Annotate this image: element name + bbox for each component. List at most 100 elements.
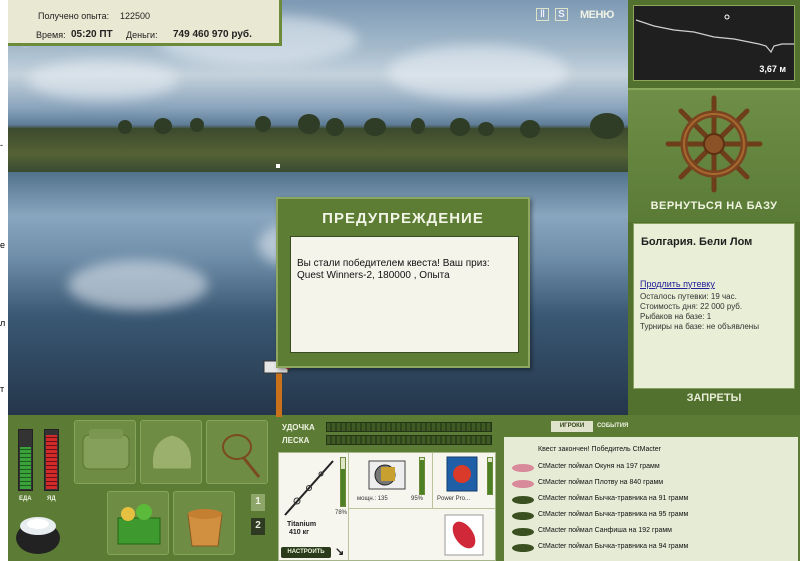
- rod-condition-fill: [341, 468, 345, 506]
- roach-icon: [512, 480, 534, 488]
- reel-condition-fill: [420, 459, 424, 494]
- rod-card[interactable]: 78% Titanium 410 кг НАСТРОИТЬ ↘: [279, 453, 349, 560]
- ship-wheel-icon: [665, 95, 763, 193]
- landing-net-slot[interactable]: [206, 420, 268, 484]
- chat-log[interactable]: Квест закончен! Победитель CtMacter CtMa…: [504, 437, 798, 561]
- reel-card[interactable]: мощн.: 135 95%: [349, 453, 433, 509]
- fishing-rod-icon: [284, 460, 334, 516]
- goby-icon: [512, 544, 534, 552]
- inventory-page-1[interactable]: 1: [251, 494, 265, 511]
- pause-icon[interactable]: ǁ: [536, 8, 549, 21]
- rod-name: Titanium: [287, 521, 317, 528]
- back-to-base-button[interactable]: ВЕРНУТЬСЯ НА БАЗУ: [628, 200, 800, 212]
- poison-bar: [44, 429, 59, 491]
- basket-icon: [117, 504, 161, 545]
- player-info-panel: Получено опыта: 122500 Время: 05:20 ПТ Д…: [8, 0, 282, 46]
- experience-value: 122500: [120, 11, 151, 21]
- tree: [520, 120, 540, 138]
- goby-icon: [512, 496, 534, 504]
- status-bars: ЕДА ЯД: [12, 423, 66, 509]
- rod-percent: 78%: [335, 510, 348, 516]
- line-condition-fill: [488, 461, 492, 494]
- bait-pot-icon[interactable]: [14, 510, 62, 556]
- reel-percent: 95%: [411, 496, 424, 502]
- warning-dialog[interactable]: ПРЕДУПРЕЖДЕНИЕ Вы стали победителем квес…: [276, 197, 530, 368]
- base-info-panel: Болгария. Бели Лом Продлить путевку Оста…: [633, 223, 795, 389]
- tree: [364, 118, 386, 136]
- backpack-slot[interactable]: [74, 420, 136, 484]
- bucket-slot[interactable]: [173, 491, 235, 555]
- dialog-message: Вы стали победителем квеста! Ваш приз: Q…: [297, 258, 490, 281]
- landing-net-icon: [222, 434, 261, 478]
- dialog-body: Вы стали победителем квеста! Ваш приз: Q…: [290, 236, 519, 353]
- s-icon[interactable]: S: [555, 8, 568, 21]
- rod-condition-bar: [340, 457, 346, 507]
- extend-permit-link[interactable]: Продлить путевку: [640, 279, 715, 289]
- list-item: CtMacter поймал Окуня на 197 грамм: [538, 463, 660, 470]
- time-label: Время:: [36, 30, 66, 40]
- edge-glyph: e: [0, 240, 6, 250]
- rod-tension-bar: [326, 422, 492, 432]
- depth-profile: 3,67 м: [633, 5, 795, 81]
- list-item: CtMacter поймал Плотву на 840 грамм: [538, 479, 664, 486]
- reel-icon: [368, 460, 406, 490]
- rod-mass: 410 кг: [289, 529, 310, 536]
- arrow-icon[interactable]: ↘: [335, 545, 344, 558]
- bag-icon: [151, 434, 193, 470]
- tab-events[interactable]: СОБЫТИЯ: [597, 421, 637, 432]
- tune-button[interactable]: НАСТРОИТЬ: [281, 547, 331, 558]
- bucket-icon: [187, 509, 223, 547]
- lure-icon: [444, 514, 484, 556]
- goby-icon: [512, 512, 534, 520]
- gear-cards: 78% Titanium 410 кг НАСТРОИТЬ ↘ мощн.: 1…: [278, 452, 496, 561]
- line-card[interactable]: Power Pro...: [433, 453, 495, 509]
- money-label: Деньги:: [126, 30, 158, 40]
- tree: [590, 113, 624, 139]
- sunfish-icon: [512, 528, 534, 536]
- reel-condition-bar: [419, 457, 425, 495]
- tree: [411, 118, 425, 134]
- restrictions-button[interactable]: ЗАПРЕТЫ: [628, 392, 800, 404]
- list-item: CtMacter поймал Бычка-травника на 91 гра…: [538, 495, 689, 502]
- tree: [326, 118, 344, 136]
- food-label: ЕДА: [19, 496, 32, 502]
- line-tension-bar: [326, 435, 492, 445]
- perch-icon: [512, 464, 534, 472]
- reel-power: мощн.: 135: [357, 496, 388, 502]
- cloud-reflection: [68, 260, 208, 310]
- list-item: Квест закончен! Победитель CtMacter: [538, 446, 662, 453]
- line-condition-bar: [487, 457, 493, 495]
- tree: [118, 120, 132, 134]
- tree: [478, 122, 494, 136]
- bait-box-slot[interactable]: [107, 491, 169, 555]
- tree: [190, 118, 204, 132]
- cloud: [28, 60, 178, 100]
- poison-bar-fill: [46, 435, 57, 489]
- depth-value: 3,67 м: [759, 64, 786, 74]
- poison-label: ЯД: [47, 496, 56, 502]
- day-cost: Стоимость дня: 22 000 руб.: [640, 302, 743, 311]
- tree: [154, 118, 172, 134]
- list-item: CtMacter поймал Бычка-травника на 94 гра…: [538, 543, 689, 550]
- food-bar-fill: [20, 447, 31, 489]
- tree: [298, 114, 320, 134]
- game-window: ◯ RUSFISHING - e л т Получено опыта: 122…: [0, 0, 800, 561]
- dialog-title: ПРЕДУПРЕЖДЕНИЕ: [322, 210, 484, 227]
- lure-card[interactable]: [433, 510, 495, 561]
- food-bar: [18, 429, 33, 491]
- inventory-page-2[interactable]: 2: [251, 518, 265, 535]
- edge-glyph: -: [0, 140, 3, 150]
- keepnet-bag-slot[interactable]: [140, 420, 202, 484]
- tab-players[interactable]: ИГРОКИ: [551, 421, 593, 432]
- float-marker[interactable]: [276, 164, 280, 168]
- cloud: [388, 45, 568, 100]
- money-value: 749 460 970 руб.: [173, 29, 252, 40]
- tree: [450, 118, 470, 136]
- edge-glyph: т: [0, 384, 5, 394]
- menu-button[interactable]: МЕНЮ: [580, 9, 614, 21]
- line-spool-icon: [446, 456, 478, 492]
- tree: [255, 116, 271, 132]
- base-name: Болгария. Бели Лом: [641, 236, 753, 248]
- line-name: Power Pro...: [437, 496, 471, 502]
- list-item: CtMacter поймал Бычка-травника на 95 гра…: [538, 511, 689, 518]
